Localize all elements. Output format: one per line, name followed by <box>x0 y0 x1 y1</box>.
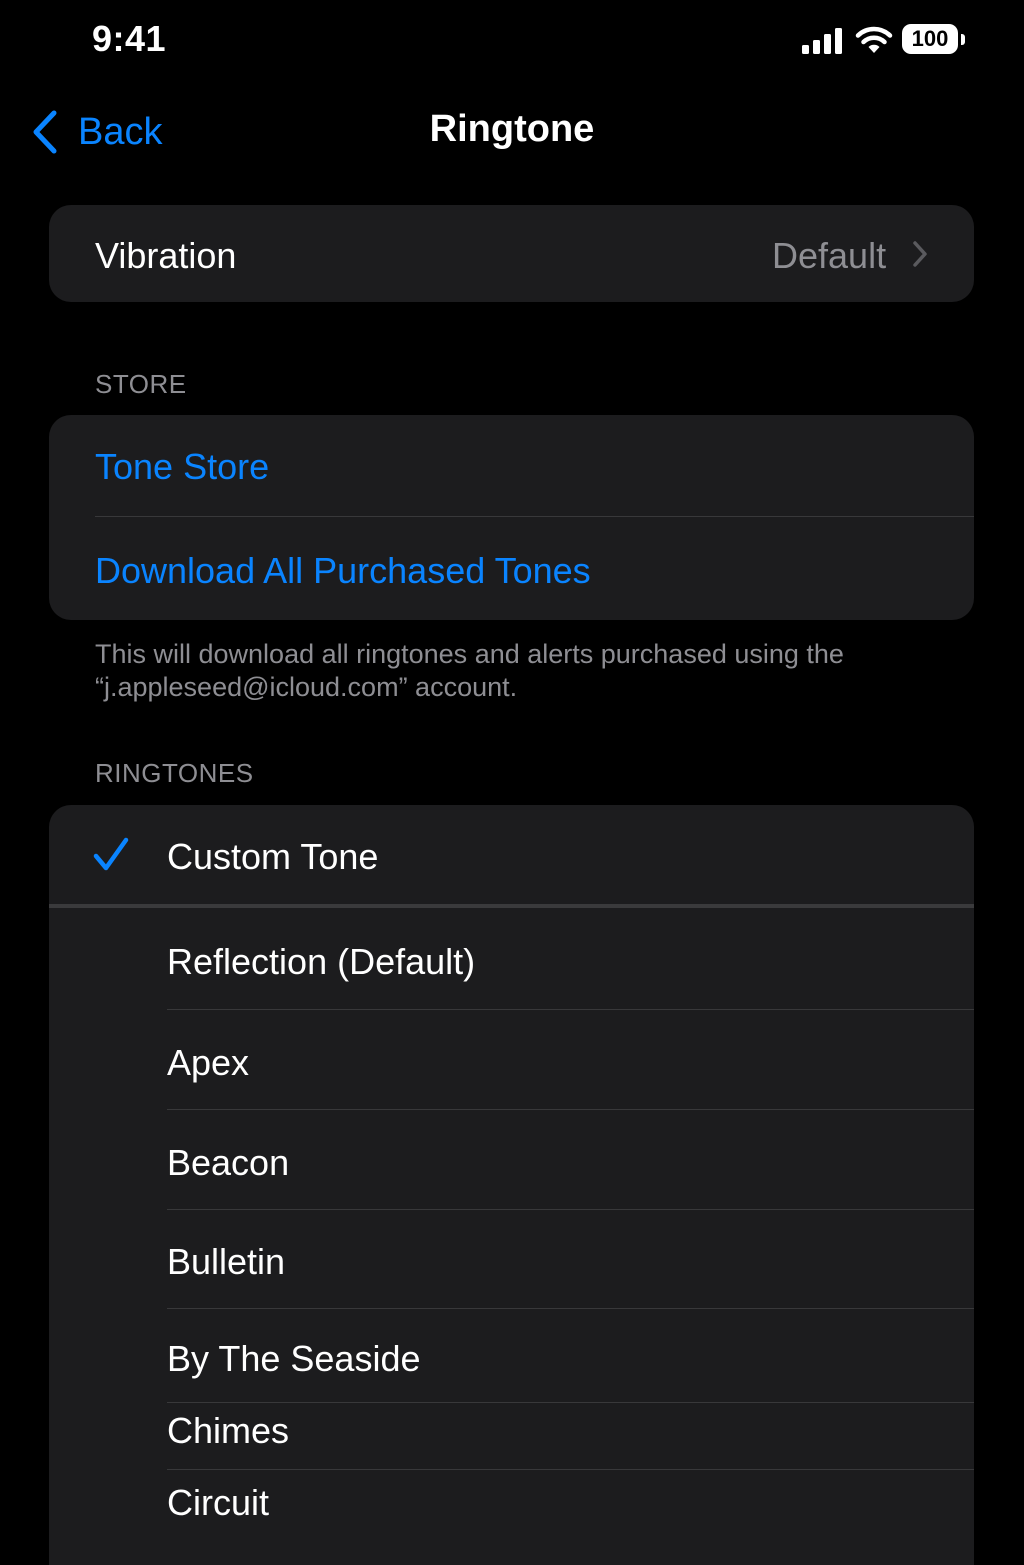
ringtones-section-header: RINGTONES <box>95 758 254 788</box>
ringtone-label: Custom Tone <box>167 836 379 877</box>
ringtone-label: Circuit <box>167 1482 270 1523</box>
download-purchased-link: Download All Purchased Tones <box>95 550 591 591</box>
ringtone-row[interactable]: Reflection (Default) <box>49 906 974 1010</box>
ringtone-label: Beacon <box>167 1142 290 1183</box>
status-time: 9:41 <box>92 18 167 59</box>
store-footer-text: This will download all ringtones and ale… <box>95 639 844 702</box>
ringtone-label: Apex <box>167 1042 250 1083</box>
download-purchased-row[interactable]: Download All Purchased Tones <box>49 517 974 620</box>
battery-level: 100 <box>911 26 949 51</box>
ringtone-label: By The Seaside <box>167 1338 421 1379</box>
tone-store-link: Tone Store <box>95 446 270 487</box>
ringtones-group: Custom Tone Reflection (Default) Apex Be… <box>49 805 974 1565</box>
store-group: Tone Store Download All Purchased Tones <box>49 415 974 620</box>
vibration-group: Vibration Default <box>49 205 974 302</box>
vibration-value: Default <box>772 235 887 276</box>
ringtone-row[interactable]: Bulletin <box>49 1209 974 1309</box>
ringtone-label: Chimes <box>167 1410 290 1451</box>
ringtone-row[interactable]: Circuit <box>49 1469 974 1565</box>
vibration-row[interactable]: Vibration Default <box>49 205 974 302</box>
vibration-label: Vibration <box>95 235 237 276</box>
ringtone-row[interactable]: Apex <box>49 1009 974 1110</box>
ringtone-row[interactable]: Custom Tone <box>49 805 974 908</box>
battery-icon: 100 <box>902 24 966 58</box>
status-bar: 9:41 100 <box>0 0 1024 80</box>
checkmark-icon <box>93 837 129 871</box>
chevron-right-icon <box>913 241 927 267</box>
ringtone-row[interactable]: Beacon <box>49 1109 974 1210</box>
signal-icon <box>802 28 842 54</box>
store-section-header: STORE <box>95 369 187 399</box>
ringtone-label: Reflection (Default) <box>167 941 476 982</box>
wifi-icon <box>855 26 893 53</box>
ringtone-row[interactable]: By The Seaside <box>49 1308 974 1403</box>
tone-store-row[interactable]: Tone Store <box>49 415 974 517</box>
page-title: Ringtone <box>429 108 595 150</box>
ringtone-row[interactable]: Chimes <box>49 1403 974 1470</box>
ringtone-label: Bulletin <box>167 1241 286 1282</box>
